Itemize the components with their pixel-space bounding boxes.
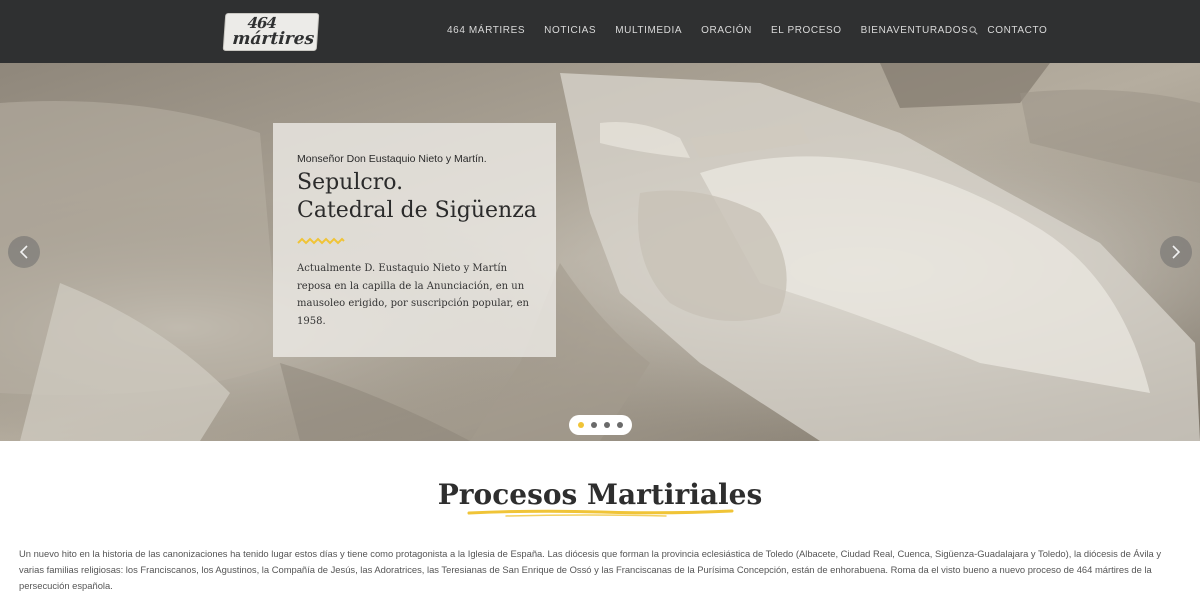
search-icon[interactable]	[969, 26, 978, 35]
slider-dot-2[interactable]	[591, 422, 597, 428]
nav-item-el-proceso[interactable]: EL PROCESO	[771, 25, 842, 36]
nav-item-noticias[interactable]: NOTICIAS	[544, 25, 596, 36]
slider-dot-3[interactable]	[604, 422, 610, 428]
slider-next-button[interactable]	[1160, 236, 1192, 268]
nav-item-multimedia[interactable]: MULTIMEDIA	[615, 25, 682, 36]
slide-body: Actualmente D. Eustaquio Nieto y Martín …	[297, 263, 529, 327]
slide-title-line-1: Sepulcro.	[297, 170, 404, 195]
nav-item-464-martires[interactable]: 464 MÁRTIRES	[447, 25, 525, 36]
logo-word: mártires	[231, 29, 315, 49]
chevron-right-icon	[1172, 245, 1181, 259]
slider-dot-1[interactable]	[578, 422, 584, 428]
hero-image	[0, 63, 1200, 441]
site-header: 464 mártires 464 MÁRTIRES NOTICIAS MULTI…	[0, 0, 1200, 63]
nav-item-oracion[interactable]: ORACIÓN	[701, 25, 752, 36]
nav-item-contacto[interactable]: CONTACTO	[987, 25, 1047, 36]
hero-slider: Monseñor Don Eustaquio Nieto y Martín. S…	[0, 63, 1200, 441]
slider-dot-4[interactable]	[617, 422, 623, 428]
title-underline-brush	[467, 509, 734, 517]
slider-pagination	[569, 415, 632, 435]
chevron-left-icon	[19, 245, 28, 259]
slide-title-line-2: Catedral de Sigüenza	[297, 198, 537, 223]
slider-prev-button[interactable]	[8, 236, 40, 268]
slide-title: Sepulcro. Catedral de Sigüenza	[297, 169, 537, 225]
section-intro-text: Un nuevo hito en la historia de las cano…	[19, 546, 1181, 591]
slide-kicker: Monseñor Don Eustaquio Nieto y Martín.	[297, 153, 487, 165]
nav-item-bienaventurados[interactable]: BIENAVENTURADOS	[861, 25, 969, 36]
site-logo[interactable]: 464 mártires	[222, 13, 320, 51]
slide-caption-box: Monseñor Don Eustaquio Nieto y Martín. S…	[273, 123, 556, 357]
squiggle-divider	[297, 237, 345, 245]
